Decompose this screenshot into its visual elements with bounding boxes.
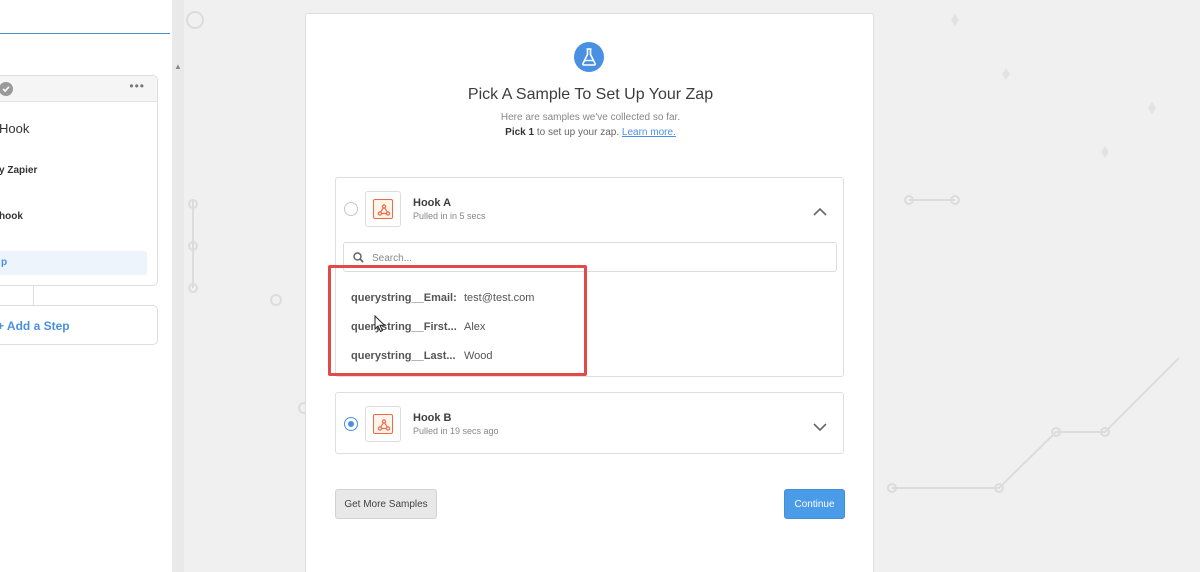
- sample-radio-hook-b[interactable]: [344, 417, 358, 431]
- flask-icon: [574, 42, 604, 72]
- add-step-label: + Add a Step: [0, 319, 70, 333]
- page-title: Pick A Sample To Set Up Your Zap: [467, 86, 714, 103]
- sample-radio-hook-a[interactable]: [344, 202, 358, 216]
- field-value: Wood: [464, 350, 493, 362]
- learn-more-link[interactable]: Learn more.: [622, 127, 676, 138]
- sample-name: Hook B: [413, 412, 452, 424]
- search-icon: [353, 252, 364, 263]
- sidebar-item-label: p: [1, 257, 8, 268]
- field-value: test@test.com: [464, 292, 535, 304]
- chevron-up-icon[interactable]: [813, 203, 827, 221]
- check-icon: [0, 82, 13, 96]
- sample-card-hook-b[interactable]: Hook B Pulled in 19 secs ago: [335, 392, 844, 454]
- more-options-icon[interactable]: •••: [129, 79, 145, 93]
- trigger-card-header: •••: [0, 76, 157, 102]
- chevron-down-icon[interactable]: [813, 419, 827, 437]
- field-key: querystring__Last...: [351, 350, 456, 362]
- sample-time: Pulled in in 5 secs: [413, 211, 486, 221]
- get-more-samples-button[interactable]: Get More Samples: [335, 489, 437, 519]
- step-connector: [33, 286, 34, 306]
- sidebar-item-test-step[interactable]: p: [0, 251, 147, 275]
- trigger-app-label: y Zapier: [0, 165, 38, 176]
- continue-button[interactable]: Continue: [784, 489, 845, 519]
- webhook-icon: [373, 199, 393, 219]
- sample-name: Hook A: [413, 197, 452, 209]
- trigger-step-card[interactable]: ••• Hook y Zapier hook p: [0, 75, 158, 286]
- trigger-step-title: Hook: [0, 121, 30, 136]
- sample-picker-card: Pick A Sample To Set Up Your Zap Here ar…: [305, 13, 874, 572]
- zap-editor-sidebar: ••• Hook y Zapier hook p + Add a Step: [0, 0, 172, 572]
- trigger-event-label: hook: [0, 211, 23, 222]
- pick-count: Pick 1: [505, 127, 535, 138]
- app-tile: [365, 406, 401, 442]
- pick-instruction: Pick 1 to set up your zap. Learn more.: [306, 127, 875, 138]
- field-key: querystring__Email:: [351, 292, 457, 304]
- add-step-button[interactable]: + Add a Step: [0, 305, 158, 345]
- sidebar-scrollbar[interactable]: ▲: [172, 0, 184, 572]
- app-tile: [365, 191, 401, 227]
- field-key: querystring__First...: [351, 321, 457, 333]
- scroll-up-arrow-icon[interactable]: ▲: [174, 62, 182, 71]
- webhook-icon: [373, 414, 393, 434]
- sample-time: Pulled in 19 secs ago: [413, 426, 499, 436]
- search-input[interactable]: [372, 249, 822, 267]
- add-step-text: Add a Step: [6, 319, 70, 333]
- page-subtitle: Here are samples we've collected so far.: [500, 112, 681, 123]
- header-underline: [0, 33, 170, 34]
- pick-text: to set up your zap.: [534, 127, 622, 138]
- sample-card-hook-a[interactable]: Hook A Pulled in in 5 secs querystring__…: [335, 177, 844, 377]
- sample-search-field[interactable]: [343, 242, 837, 272]
- field-value: Alex: [464, 321, 486, 333]
